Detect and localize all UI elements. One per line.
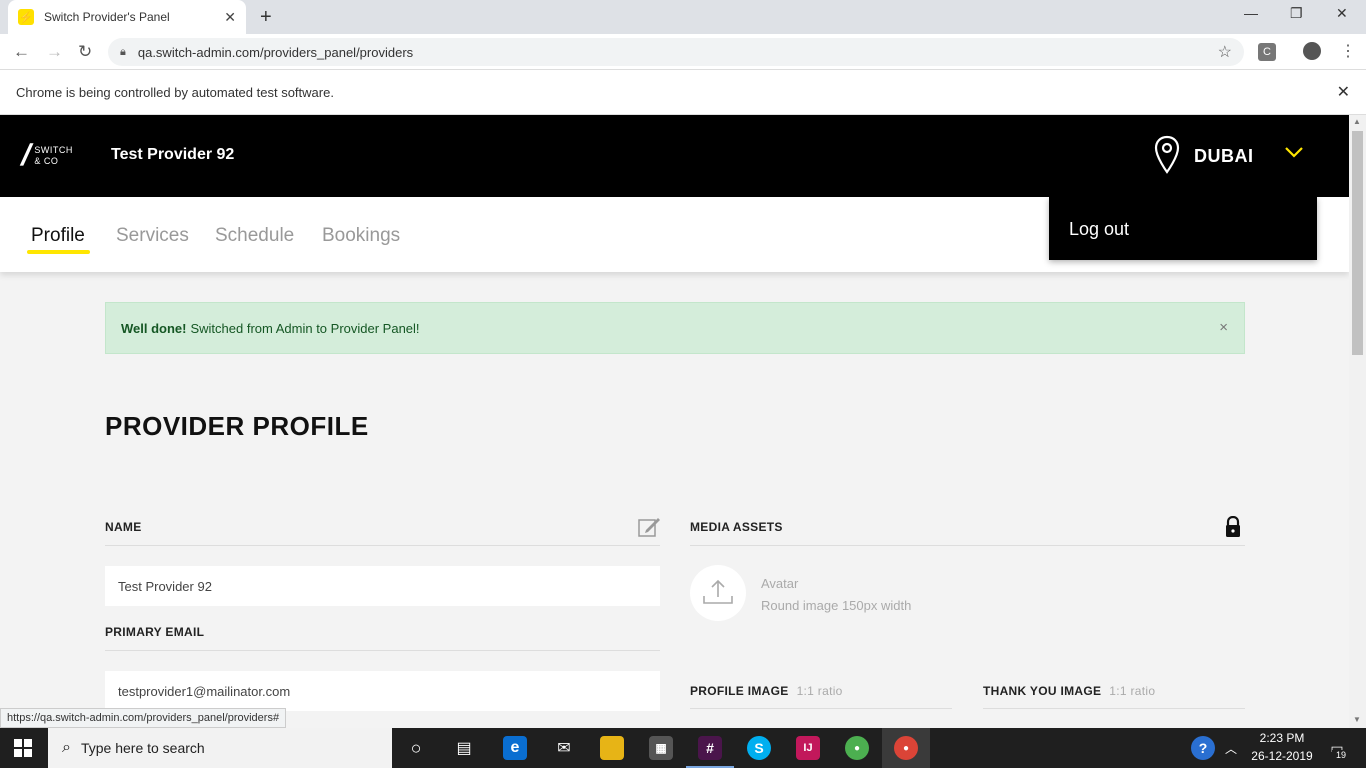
page-title: PROVIDER PROFILE [105, 411, 369, 441]
name-field[interactable]: Test Provider 92 [105, 566, 660, 606]
page-scrollbar[interactable]: ▲ ▼ [1349, 115, 1366, 728]
search-placeholder: Type here to search [80, 740, 205, 756]
alert-strong-text: Well done! [121, 320, 187, 336]
clock-time[interactable]: 2:23 PM [1250, 731, 1314, 745]
infobar-text: Chrome is being controlled by automated … [16, 84, 334, 100]
intellij-icon[interactable]: IJ [796, 736, 820, 760]
scroll-thumb[interactable] [1352, 131, 1363, 355]
back-icon[interactable]: ← [13, 42, 30, 62]
profile-image-label: PROFILE IMAGE 1:1 ratio [690, 684, 843, 698]
logout-menu-item[interactable]: Log out [1069, 219, 1129, 240]
avatar-description: Round image 150px width [761, 598, 912, 613]
logo-line1: SWITCH [34, 145, 73, 155]
browser-tab-bar: ⚡ Switch Provider's Panel ✕ + — ❐ ✕ [0, 0, 1366, 34]
tray-chevron-up-icon[interactable]: ︿ [1219, 736, 1243, 760]
profile-image-ratio: 1:1 ratio [796, 684, 843, 698]
thankyou-image-label: THANK YOU IMAGE 1:1 ratio [983, 684, 1155, 698]
minimize-icon[interactable]: — [1244, 5, 1258, 21]
taskbar-search-input[interactable]: ⌕ Type here to search [48, 728, 392, 768]
app-header: / SWITCH & CO Test Provider 92 DUBAI [0, 115, 1349, 197]
chrome-automation-icon[interactable]: ● [894, 736, 918, 760]
avatar-title: Avatar [761, 576, 799, 591]
bookmark-star-icon[interactable]: ☆ [1218, 42, 1232, 62]
tab-title: Switch Provider's Panel [44, 10, 170, 24]
bolt-icon: / [17, 139, 35, 172]
browser-tab[interactable]: ⚡ Switch Provider's Panel ✕ [8, 0, 246, 34]
scroll-down-icon[interactable]: ▼ [1353, 715, 1361, 724]
favicon-icon: ⚡ [18, 9, 34, 25]
edit-icon[interactable] [637, 515, 661, 544]
chrome-menu-icon[interactable]: ⋮ [1340, 41, 1356, 61]
link-status-bar: https://qa.switch-admin.com/providers_pa… [0, 708, 287, 728]
profile-avatar-icon[interactable] [1303, 42, 1321, 60]
tab-services[interactable]: Services [116, 225, 189, 247]
windows-taskbar: ⌕ Type here to search ○ ▤ e ✉ ▦ # S IJ ●… [0, 728, 1366, 768]
automation-infobar: Chrome is being controlled by automated … [0, 70, 1366, 115]
upload-icon [703, 579, 733, 604]
mail-icon[interactable]: ✉ [552, 736, 576, 760]
chrome-icon[interactable]: ● [845, 736, 869, 760]
file-explorer-icon[interactable] [600, 736, 624, 760]
task-view-icon[interactable]: ▤ [452, 736, 476, 760]
media-assets-label: MEDIA ASSETS [690, 520, 783, 534]
skype-icon[interactable]: S [747, 736, 771, 760]
tab-bookings[interactable]: Bookings [322, 225, 400, 247]
alert-close-icon[interactable]: × [1219, 319, 1228, 336]
tab-schedule[interactable]: Schedule [215, 225, 294, 247]
success-alert: Well done! Switched from Admin to Provid… [105, 302, 1245, 354]
avatar-upload-button[interactable] [690, 565, 746, 621]
thankyou-image-title: THANK YOU IMAGE [983, 684, 1102, 698]
url-input[interactable]: 🔒︎ qa.switch-admin.com/providers_panel/p… [108, 38, 1244, 66]
email-field[interactable]: testprovider1@mailinator.com [105, 671, 660, 711]
divider [983, 708, 1245, 709]
help-icon[interactable]: ? [1191, 736, 1215, 760]
clock-date[interactable]: 26-12-2019 [1250, 749, 1314, 763]
thankyou-image-ratio: 1:1 ratio [1109, 684, 1156, 698]
address-bar: ← → ↻ 🔒︎ qa.switch-admin.com/providers_p… [0, 34, 1366, 70]
edge-icon[interactable]: e [503, 736, 527, 760]
scroll-up-icon[interactable]: ▲ [1353, 117, 1361, 126]
extension-icon[interactable]: C [1258, 43, 1276, 61]
forward-icon[interactable]: → [46, 42, 63, 62]
alert-message: Switched from Admin to Provider Panel! [190, 320, 420, 336]
divider [690, 708, 952, 709]
divider [105, 545, 660, 546]
provider-name: Test Provider 92 [111, 146, 235, 163]
profile-image-title: PROFILE IMAGE [690, 684, 789, 698]
slack-icon[interactable]: # [698, 736, 722, 760]
new-tab-icon[interactable]: + [260, 6, 272, 29]
divider [105, 650, 660, 651]
chevron-down-icon[interactable] [1284, 145, 1304, 164]
page-viewport: / SWITCH & CO Test Provider 92 DUBAI Pro… [0, 115, 1349, 728]
location-pin-icon [1154, 135, 1180, 180]
cortana-icon[interactable]: ○ [404, 736, 428, 760]
tab-profile[interactable]: Profile [31, 225, 85, 247]
search-icon: ⌕ [62, 739, 71, 756]
city-selector[interactable]: DUBAI [1194, 146, 1254, 167]
close-icon[interactable]: ✕ [1337, 82, 1350, 102]
lock-icon[interactable]: 🔒︎ [120, 46, 126, 59]
divider [690, 545, 1245, 546]
reload-icon[interactable]: ↻ [78, 42, 92, 62]
close-window-icon[interactable]: ✕ [1336, 5, 1348, 22]
active-tab-underline [27, 250, 90, 254]
email-label: PRIMARY EMAIL [105, 625, 205, 639]
windows-start-icon[interactable] [14, 739, 32, 762]
user-dropdown-menu: Log out [1049, 197, 1317, 260]
close-tab-icon[interactable]: ✕ [224, 9, 236, 26]
notification-count: 19 [1332, 750, 1350, 760]
restore-icon[interactable]: ❐ [1290, 5, 1303, 22]
padlock-icon[interactable] [1225, 515, 1241, 543]
logo[interactable]: / SWITCH & CO [18, 139, 73, 173]
store-icon[interactable]: ▦ [649, 736, 673, 760]
url-text: qa.switch-admin.com/providers_panel/prov… [137, 44, 414, 60]
name-label: NAME [105, 520, 142, 534]
logo-line2: & CO [34, 156, 59, 166]
